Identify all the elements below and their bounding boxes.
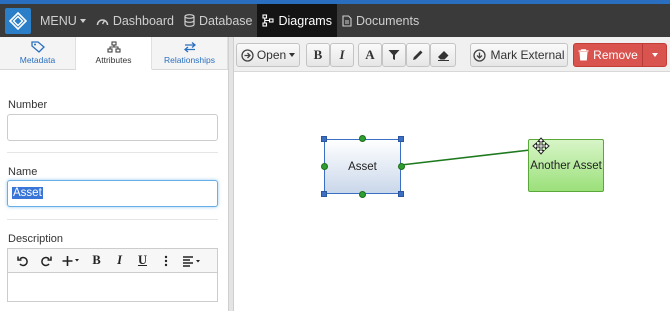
nav-diagrams[interactable]: Diagrams [257, 4, 337, 37]
exchange-icon [183, 42, 196, 53]
align-dropdown[interactable] [177, 251, 207, 271]
move-cursor-icon [532, 137, 550, 155]
remove-label: Remove [593, 48, 638, 62]
resize-handle[interactable] [321, 136, 327, 142]
connection-port[interactable] [398, 163, 405, 170]
undo-button[interactable] [11, 251, 34, 271]
tag-icon [30, 41, 45, 53]
dashboard-icon [96, 19, 109, 26]
caret-down-icon [79, 18, 86, 23]
font-color-button[interactable]: A [358, 43, 382, 67]
mark-external-label: Mark External [490, 48, 565, 62]
properties-tabs: Metadata Attributes Relationships [0, 37, 228, 70]
description-editor[interactable] [7, 272, 218, 302]
tab-metadata[interactable]: Metadata [0, 37, 76, 69]
connector-line[interactable] [400, 149, 531, 166]
remove-button[interactable]: Remove [573, 43, 643, 67]
tab-attributes-label: Attributes [95, 55, 132, 65]
editor-italic-button[interactable]: I [108, 251, 131, 271]
tab-relationships-label: Relationships [163, 55, 216, 65]
diagram-canvas[interactable]: Asset Another Asset [234, 73, 670, 311]
caret-down-icon [289, 53, 296, 57]
nav-dashboard[interactable]: Dashboard [91, 4, 179, 37]
tab-relationships[interactable]: Relationships [152, 37, 228, 69]
nav-diagrams-label: Diagrams [278, 13, 332, 28]
name-input[interactable]: Asset [7, 180, 218, 207]
vertical-ellipsis-icon [164, 255, 167, 266]
app-logo[interactable] [5, 7, 31, 34]
editor-underline-button[interactable]: U [131, 251, 154, 271]
tab-attributes[interactable]: Attributes [76, 37, 152, 70]
resize-handle[interactable] [398, 136, 404, 142]
diagram-node-asset[interactable]: Asset [324, 139, 401, 194]
tab-metadata-label: Metadata [19, 55, 56, 65]
plus-icon [62, 255, 79, 266]
number-input[interactable] [7, 114, 218, 141]
properties-panel: Metadata Attributes Relationships Number… [0, 37, 228, 311]
eraser-icon [437, 51, 449, 61]
node-another-asset-label: Another Asset [530, 159, 602, 172]
connection-port[interactable] [359, 135, 366, 142]
redo-icon [40, 256, 52, 266]
more-options-button[interactable] [154, 251, 177, 271]
nav-database-label: Database [198, 13, 253, 28]
divider [7, 152, 218, 153]
arrow-circle-down-icon [473, 48, 487, 62]
eraser-button[interactable] [430, 43, 456, 67]
description-label: Description [8, 233, 64, 245]
pencil-icon [413, 50, 423, 60]
nav-documents[interactable]: Documents [337, 4, 424, 37]
database-icon [184, 14, 195, 27]
redo-button[interactable] [34, 251, 57, 271]
node-asset-label: Asset [348, 160, 377, 173]
connection-port[interactable] [321, 163, 328, 170]
description-editor-toolbar: B I U [7, 248, 218, 272]
undo-icon [16, 256, 28, 266]
diagram-toolbar: Open B I A Mark External Remove [234, 37, 670, 72]
bold-button[interactable]: B [306, 43, 330, 67]
pencil-button[interactable] [406, 43, 430, 67]
nav-documents-label: Documents [355, 13, 420, 28]
connector-layer [400, 149, 531, 166]
name-label: Name [8, 166, 38, 178]
document-icon [342, 14, 352, 27]
filter-icon [388, 50, 400, 60]
caret-down-icon [651, 53, 658, 57]
top-navbar: MENU Dashboard Database Diagrams Documen… [0, 4, 670, 37]
sitemap-icon [106, 41, 121, 53]
align-left-icon [183, 255, 200, 267]
insert-dropdown[interactable] [57, 251, 85, 271]
arrow-circle-right-icon [241, 48, 254, 62]
name-input-value: Asset [12, 187, 43, 199]
resize-handle[interactable] [398, 191, 404, 197]
mark-external-button[interactable]: Mark External [470, 43, 568, 67]
connection-port[interactable] [359, 191, 366, 198]
filter-button[interactable] [382, 43, 406, 67]
nav-database[interactable]: Database [179, 4, 258, 37]
menu-dropdown[interactable]: MENU [35, 4, 91, 37]
diagram-icon [262, 14, 275, 27]
resize-handle[interactable] [321, 191, 327, 197]
editor-bold-button[interactable]: B [85, 251, 108, 271]
nav-dashboard-label: Dashboard [112, 13, 174, 28]
remove-dropdown-toggle[interactable] [642, 43, 667, 67]
open-dropdown[interactable]: Open [236, 43, 300, 67]
diagram-area: Open B I A Mark External Remove Asset An… [234, 37, 670, 311]
italic-button[interactable]: I [330, 43, 354, 67]
open-label: Open [256, 48, 287, 62]
divider [7, 219, 218, 220]
trash-icon [578, 49, 589, 61]
number-label: Number [8, 99, 48, 111]
logo-icon [9, 11, 27, 30]
menu-label: MENU [40, 13, 77, 28]
